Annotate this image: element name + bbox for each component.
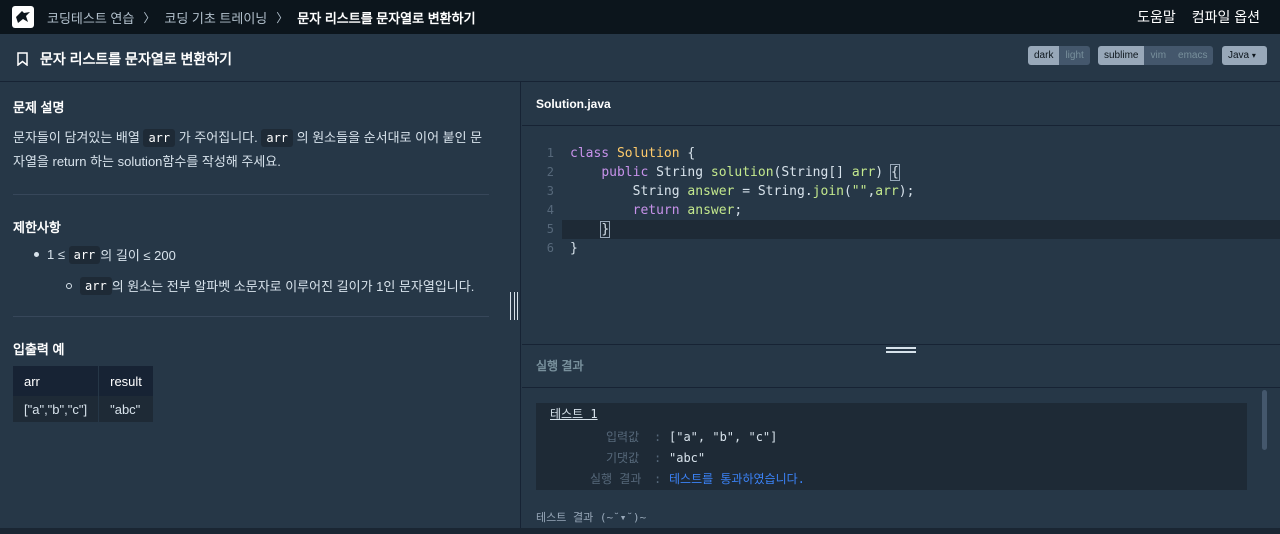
constraint-text: 의 길이 ≤ 200: [100, 248, 176, 263]
constraint-text: 의 원소는 전부 알파벳 소문자로 이루어진 길이가 1인 문자열입니다.: [111, 279, 475, 294]
keymap-vim-button[interactable]: vim: [1144, 46, 1173, 65]
test-case-title: 테스트 1: [550, 407, 598, 421]
code-line: 2 public String solution(String[] arr) {: [522, 163, 1280, 182]
bullet-circle-icon: [66, 282, 72, 289]
breadcrumb-basic-training[interactable]: 코딩 기초 트레이닝: [164, 8, 267, 27]
chevron-right-icon: 〉: [276, 10, 289, 25]
help-link[interactable]: 도움말: [1137, 7, 1176, 27]
expected-value: "abc": [669, 451, 706, 465]
result-output: 테스트 1 입력값 : ["a", "b", "c"] 기댓값 : "abc" …: [536, 403, 1247, 490]
result-value: 테스트를 통과하였습니다.: [669, 472, 805, 486]
result-heading: 실행 결과: [536, 359, 584, 373]
column-header-result: result: [98, 366, 154, 396]
keymap-emacs-button[interactable]: emacs: [1172, 46, 1214, 65]
vertical-split-handle[interactable]: [510, 292, 518, 320]
cell-result: "abc": [98, 396, 154, 422]
language-label: Java: [1228, 50, 1250, 61]
file-tab[interactable]: Solution.java: [536, 97, 611, 111]
bottom-action-bar: [0, 528, 1280, 534]
code-line: 4 return answer;: [522, 201, 1280, 220]
input-value: ["a", "b", "c"]: [669, 430, 778, 444]
programmers-logo-icon[interactable]: [12, 6, 34, 28]
inline-code: arr: [261, 129, 294, 147]
theme-light-button[interactable]: light: [1059, 46, 1090, 65]
code-line: 1 class Solution {: [522, 144, 1280, 163]
constraint-text: 1 ≤: [47, 247, 65, 262]
keymap-sublime-button[interactable]: sublime: [1098, 46, 1145, 65]
io-example-heading: 입출력 예: [13, 342, 65, 357]
breadcrumb-coding-test[interactable]: 코딩테스트 연습: [47, 8, 134, 27]
separator: :: [654, 472, 662, 486]
divider: [13, 316, 489, 317]
code-line: 3 String answer = String.join("",arr);: [522, 182, 1280, 201]
constraint-subitem: arr 의 원소는 전부 알파벳 소문자로 이루어진 길이가 1인 문자열입니다…: [66, 276, 474, 295]
description-heading: 문제 설명: [13, 100, 65, 115]
divider: [13, 194, 489, 195]
line-number: 6: [546, 241, 554, 255]
test-summary: 테스트 결과 (~˘▾˘)~: [536, 511, 647, 524]
result-scrollbar[interactable]: [1262, 390, 1267, 450]
line-number: 4: [546, 203, 554, 217]
line-number: 1: [546, 146, 554, 160]
language-select[interactable]: Java ▾: [1222, 46, 1267, 65]
code-line: 5 }: [522, 220, 1280, 239]
theme-dark-button[interactable]: dark: [1028, 46, 1060, 65]
result-label: 실행 결과: [590, 472, 642, 486]
breadcrumb-current: 문자 리스트를 문자열로 변환하기: [297, 10, 476, 26]
inline-code: arr: [80, 276, 112, 295]
constraints-heading: 제한사항: [13, 220, 61, 235]
separator: :: [654, 451, 662, 465]
problem-description: 문자들이 담겨있는 배열 arr 가 주어집니다. arr 의 원소들을 순서대…: [13, 126, 493, 174]
bookmark-icon[interactable]: [17, 52, 28, 66]
inline-code: arr: [68, 245, 101, 264]
theme-toggle: dark light: [1028, 46, 1090, 65]
code-editor[interactable]: 1 class Solution { 2 public String soluti…: [522, 126, 1280, 344]
line-number: 3: [546, 184, 554, 198]
cell-arr: ["a","b","c"]: [13, 396, 100, 422]
compile-options-link[interactable]: 컴파일 옵션: [1192, 7, 1260, 27]
caret-down-icon: ▾: [1251, 51, 1256, 60]
io-example-table: arr result ["a","b","c"] "abc": [13, 366, 154, 422]
expected-label: 기댓값: [606, 451, 640, 465]
table-header-row: arr result: [13, 366, 154, 396]
constraint-item: 1 ≤ arr 의 길이 ≤ 200: [34, 245, 176, 264]
inline-code: arr: [143, 129, 176, 147]
keymap-toggle: sublime vim emacs: [1098, 46, 1214, 65]
code-line: 6}: [522, 239, 1280, 258]
column-header-arr: arr: [13, 366, 100, 396]
breadcrumb: 코딩테스트 연습 〉 코딩 기초 트레이닝 〉 문자 리스트를 문자열로 변환하…: [47, 0, 476, 34]
bullet-dot-icon: [34, 252, 39, 257]
horizontal-split-handle[interactable]: [886, 347, 916, 355]
file-tab-bar: [522, 82, 1280, 126]
table-row: ["a","b","c"] "abc": [13, 396, 154, 422]
page-title: 문자 리스트를 문자열로 변환하기: [40, 51, 232, 67]
chevron-right-icon: 〉: [143, 10, 156, 25]
line-number: 2: [546, 165, 554, 179]
separator: :: [654, 430, 662, 444]
desc-text: 가 주어집니다.: [175, 130, 262, 145]
top-navbar: 코딩테스트 연습 〉 코딩 기초 트레이닝 〉 문자 리스트를 문자열로 변환하…: [0, 0, 1280, 34]
input-label: 입력값: [606, 430, 640, 444]
desc-text: 문자들이 담겨있는 배열: [13, 130, 144, 145]
line-number: 5: [546, 222, 554, 236]
